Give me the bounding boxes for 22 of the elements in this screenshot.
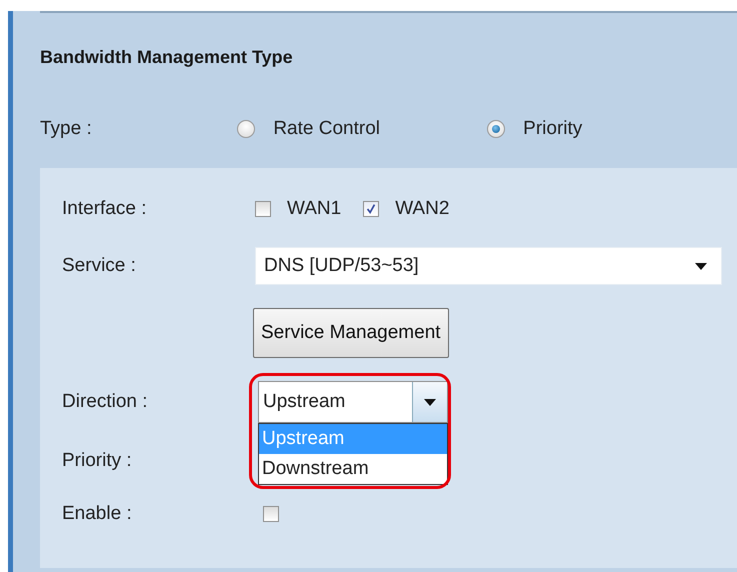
checkbox[interactable] [255,201,271,217]
field-label: Service : [62,255,137,277]
checkbox-label[interactable]: WAN2 [395,198,450,220]
dropdown-arrow-icon [695,262,707,270]
field-label: Direction : [62,391,149,413]
radio-button[interactable] [487,120,506,138]
service-management-button[interactable]: Service Management [253,308,449,358]
radio-label[interactable]: Priority [523,118,582,140]
dropdown-option[interactable]: Downstream [259,454,447,484]
field-label: Interface : [62,198,148,220]
section-title: Bandwidth Management Type [40,47,293,68]
field-label: Enable : [62,503,133,525]
field-label: Type : [40,118,93,140]
checkbox[interactable] [363,201,380,217]
radio-button[interactable] [237,120,256,138]
dropdown-arrow-icon [424,398,436,406]
field-label: Priority : [62,450,133,472]
checkbox[interactable] [263,506,279,522]
direction-select[interactable]: Upstream [258,381,448,423]
radio-label[interactable]: Rate Control [273,118,380,140]
checkbox-label[interactable]: WAN1 [287,198,342,220]
service-select[interactable]: DNS [UDP/53~53] [255,247,722,285]
